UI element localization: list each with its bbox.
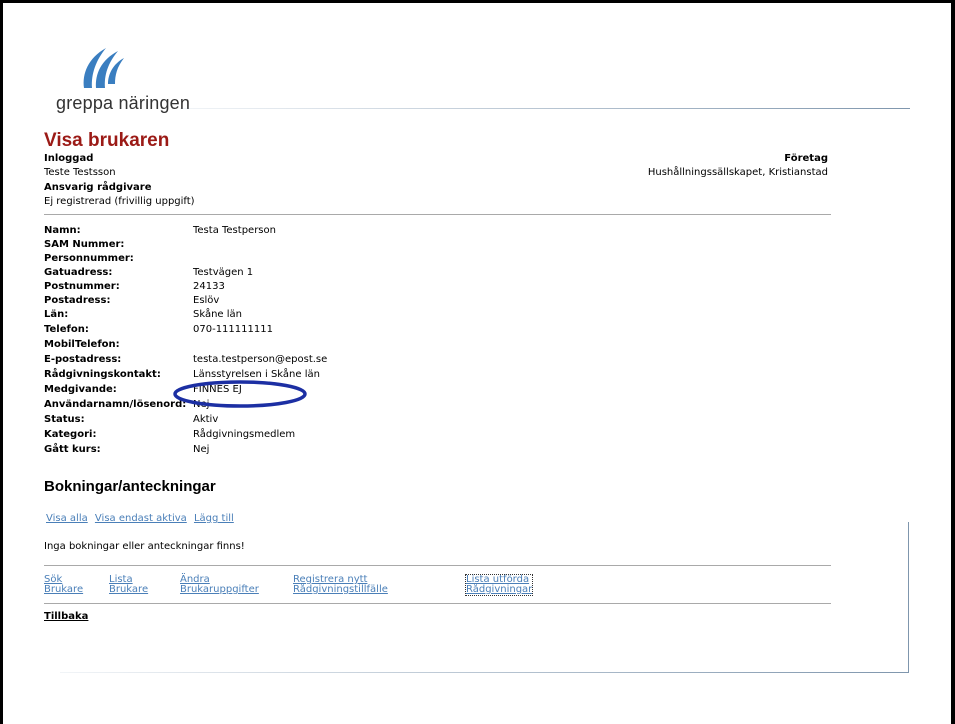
nav-lista-utforda-line2: Rådgivningar — [466, 584, 533, 595]
label-personnummer: Personnummer: — [44, 253, 134, 264]
page-title: Visa brukaren — [44, 130, 170, 151]
label-sam-nummer: SAM Nummer: — [44, 239, 125, 250]
value-radgivningskontakt: Länsstyrelsen i Skåne län — [193, 369, 320, 380]
label-epostadress: E-postadress: — [44, 354, 122, 365]
add-link[interactable]: Lägg till — [194, 513, 234, 524]
label-gatt-kurs: Gått kurs: — [44, 444, 101, 455]
nav-andra-line2: Brukaruppgifter — [180, 584, 259, 595]
inloggad-value: Teste Testsson — [44, 167, 116, 178]
label-status: Status: — [44, 414, 85, 425]
content-frame-bottom — [60, 672, 909, 673]
nav-lista-brukare[interactable]: Lista Brukare — [109, 575, 148, 595]
bookings-empty-text: Inga bokningar eller anteckningar finns! — [44, 541, 245, 552]
logo-mark-icon — [83, 48, 124, 88]
logo-text: greppa näringen — [56, 93, 191, 113]
show-all-link[interactable]: Visa alla — [46, 513, 88, 524]
bookings-links: Visa alla Visa endast aktiva Lägg till — [46, 513, 234, 525]
label-kategori: Kategori: — [44, 429, 97, 440]
label-namn: Namn: — [44, 225, 81, 236]
nav-registrera-nytt[interactable]: Registrera nytt Rådgivningstillfälle — [293, 575, 388, 595]
header-divider — [180, 108, 910, 109]
nav-divider-bottom — [44, 603, 831, 604]
value-telefon: 070-111111111 — [193, 324, 273, 335]
value-medgivande: FINNES EJ — [193, 384, 242, 395]
nav-sok-brukare[interactable]: Sök Brukare — [44, 575, 83, 595]
foretag-value: Hushållningssällskapet, Kristianstad — [647, 167, 828, 178]
label-gatuadress: Gatuadress: — [44, 267, 113, 278]
value-epostadress: testa.testperson@epost.se — [193, 354, 328, 365]
label-postnummer: Postnummer: — [44, 281, 120, 292]
ansvarig-label: Ansvarig rådgivare — [44, 182, 152, 193]
label-lan: Län: — [44, 309, 69, 320]
label-postadress: Postadress: — [44, 295, 111, 306]
nav-registrera-line2: Rådgivningstillfälle — [293, 584, 388, 595]
value-namn: Testa Testperson — [193, 225, 276, 236]
label-radgivningskontakt: Rådgivningskontakt: — [44, 369, 161, 380]
nav-lista-utforda[interactable]: Lista utförda Rådgivningar — [464, 574, 534, 596]
value-postadress: Eslöv — [193, 295, 220, 306]
show-active-link[interactable]: Visa endast aktiva — [95, 513, 187, 524]
back-link[interactable]: Tillbaka — [44, 611, 88, 623]
value-status: Aktiv — [193, 414, 219, 425]
value-kategori: Rådgivningsmedlem — [193, 429, 296, 440]
ansvarig-value: Ej registrerad (frivillig uppgift) — [44, 196, 195, 207]
inloggad-label: Inloggad — [44, 153, 94, 164]
value-gatuadress: Testvägen 1 — [193, 267, 254, 278]
greppa-logo: greppa näringen — [56, 44, 196, 120]
value-gatt-kurs: Nej — [193, 444, 210, 455]
foretag-label: Företag — [784, 153, 828, 164]
label-telefon: Telefon: — [44, 324, 89, 335]
label-medgivande: Medgivande: — [44, 384, 117, 395]
value-postnummer: 24133 — [193, 281, 225, 292]
details-divider-top — [44, 214, 831, 215]
nav-sok-line2: Brukare — [44, 584, 84, 595]
label-anvandarnamn: Användarnamn/lösenord: — [44, 399, 187, 410]
nav-divider-top — [44, 565, 831, 566]
nav-lista-line2: Brukare — [109, 584, 149, 595]
value-lan: Skåne län — [193, 309, 243, 320]
content-frame-right — [908, 522, 909, 672]
bookings-title: Bokningar/anteckningar — [44, 478, 216, 495]
label-mobiltelefon: MobilTelefon: — [44, 339, 120, 350]
value-anvandarnamn: Nej — [193, 399, 210, 410]
nav-andra-brukaruppgifter[interactable]: Ändra Brukaruppgifter — [180, 575, 259, 595]
